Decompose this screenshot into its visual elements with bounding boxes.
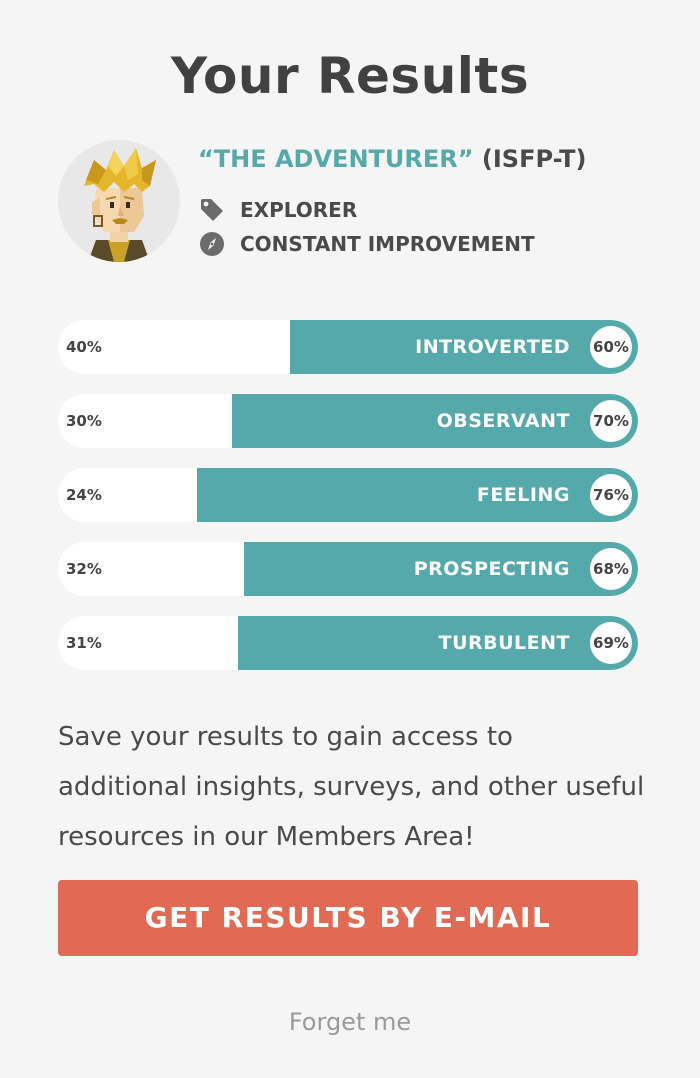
forget-me-link[interactable]: Forget me: [0, 1002, 700, 1042]
trait-bars: 40% INTROVERTED 60% 30% OBSERVANT 70% 24…: [58, 320, 638, 690]
bar-fill: [197, 468, 638, 522]
bar-left-percent: 31%: [66, 634, 102, 652]
trait-bar-introverted: 40% INTROVERTED 60%: [58, 320, 638, 374]
trait-bar-feeling: 24% FEELING 76%: [58, 468, 638, 522]
bar-label: FEELING: [476, 484, 570, 506]
adventurer-avatar: [58, 140, 180, 262]
compass-icon: [198, 230, 226, 258]
personality-type: “THE ADVENTURER” (ISFP-T): [198, 144, 586, 174]
bar-label: TURBULENT: [438, 632, 570, 654]
page-title: Your Results: [170, 47, 530, 105]
bar-right-percent: 69%: [590, 622, 632, 664]
bar-right-percent: 60%: [590, 326, 632, 368]
trait-strategy: CONSTANT IMPROVEMENT: [198, 230, 535, 258]
adventurer-avatar-icon: [84, 148, 156, 262]
tag-icon: [198, 196, 226, 224]
bar-left-percent: 30%: [66, 412, 102, 430]
members-area-description: Save your results to gain access to addi…: [58, 722, 645, 852]
bar-fill: [232, 394, 638, 448]
type-name: “THE ADVENTURER”: [198, 145, 474, 173]
type-code: (ISFP-T): [481, 145, 587, 173]
bar-right-percent: 76%: [590, 474, 632, 516]
trait-role: EXPLORER: [198, 196, 357, 224]
trait-label: CONSTANT IMPROVEMENT: [240, 232, 535, 256]
bar-label: PROSPECTING: [413, 558, 570, 580]
get-results-email-button[interactable]: GET RESULTS BY E-MAIL: [58, 880, 638, 956]
trait-label: EXPLORER: [240, 198, 358, 222]
bar-left-percent: 32%: [66, 560, 102, 578]
bar-left-percent: 40%: [66, 338, 102, 356]
trait-bar-observant: 30% OBSERVANT 70%: [58, 394, 638, 448]
bar-label: INTROVERTED: [415, 336, 570, 358]
profile-summary: “THE ADVENTURER” (ISFP-T) EXPLORER CONST…: [58, 140, 658, 270]
bar-label: OBSERVANT: [436, 410, 570, 432]
trait-bar-prospecting: 32% PROSPECTING 68%: [58, 542, 638, 596]
trait-bar-turbulent: 31% TURBULENT 69%: [58, 616, 638, 670]
bar-right-percent: 70%: [590, 400, 632, 442]
bar-right-percent: 68%: [590, 548, 632, 590]
bar-left-percent: 24%: [66, 486, 102, 504]
